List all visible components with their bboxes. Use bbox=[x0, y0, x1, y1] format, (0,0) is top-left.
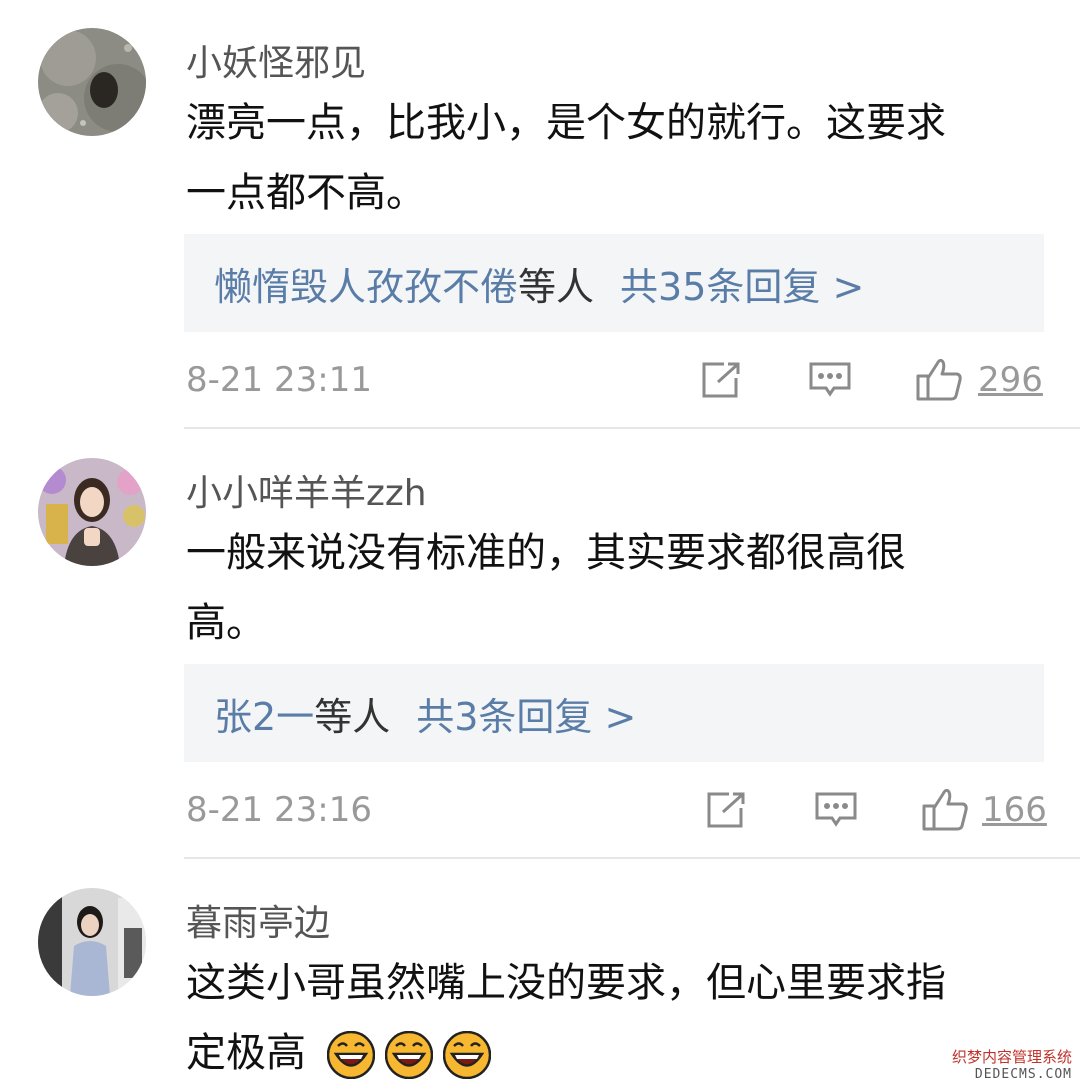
comment-item: 小妖怪邪见 漂亮一点，比我小，是个女的就行。这要求 一点都不高。 懒惰毁人孜孜不… bbox=[0, 0, 1080, 430]
grinning-face-icon bbox=[326, 1031, 375, 1079]
comment-text: 漂亮一点，比我小，是个女的就行。这要求 一点都不高。 bbox=[186, 88, 1026, 228]
comment-text: 这类小哥虽然嘴上没的要求，但心里要求指 定极高 bbox=[186, 948, 1026, 1088]
share-icon[interactable] bbox=[700, 360, 744, 404]
reply-user-names[interactable]: 懒惰毁人孜孜不倦 bbox=[214, 256, 518, 311]
comment-text-line: 一点都不高。 bbox=[186, 170, 426, 216]
comment-icon[interactable] bbox=[808, 360, 852, 404]
grinning-face-icon bbox=[442, 1031, 491, 1079]
watermark-line: DEDECMS.COM bbox=[974, 1067, 1072, 1082]
divider bbox=[184, 857, 1080, 859]
comment-icon[interactable] bbox=[814, 790, 858, 834]
user-avatar[interactable] bbox=[38, 458, 146, 566]
thumbs-up-icon[interactable] bbox=[921, 786, 969, 836]
comment-text: 一般来说没有标准的，其实要求都很高很 高。 bbox=[186, 518, 1026, 658]
reply-suffix: 等人 bbox=[518, 264, 595, 309]
replies-summary[interactable]: 张2一 等人 共3条回复 > bbox=[184, 664, 1044, 762]
user-avatar[interactable] bbox=[38, 888, 146, 996]
comment-username[interactable]: 小小咩羊羊zzh bbox=[186, 464, 427, 516]
comment-text-line: 漂亮一点，比我小，是个女的就行。这要求 bbox=[186, 100, 946, 146]
emoji-row bbox=[326, 1031, 491, 1079]
divider bbox=[184, 427, 1080, 429]
reply-count-link[interactable]: 共3条回复 > bbox=[416, 686, 636, 741]
watermark-line: 织梦内容管理系统 bbox=[951, 1048, 1072, 1066]
reply-count-link[interactable]: 共35条回复 > bbox=[620, 256, 864, 311]
user-avatar[interactable] bbox=[38, 28, 146, 136]
reply-user-names[interactable]: 张2一 bbox=[214, 686, 314, 741]
comment-item: 小小咩羊羊zzh 一般来说没有标准的，其实要求都很高很 高。 张2一 等人 共3… bbox=[0, 430, 1080, 860]
like-count[interactable]: 296 bbox=[978, 360, 1043, 400]
reply-suffix: 等人 bbox=[314, 694, 391, 739]
comment-item: 暮雨亭边 这类小哥虽然嘴上没的要求，但心里要求指 定极高 bbox=[0, 860, 1080, 1088]
watermark: 织梦内容管理系统 DEDECMS.COM bbox=[952, 1046, 1072, 1082]
comment-timestamp: 8-21 23:16 bbox=[186, 790, 372, 830]
comment-username[interactable]: 小妖怪邪见 bbox=[186, 34, 366, 86]
thumbs-up-icon[interactable] bbox=[915, 356, 963, 406]
comment-text-line: 一般来说没有标准的，其实要求都很高很 bbox=[186, 530, 906, 576]
comment-text-line-2: 定极高 bbox=[186, 1018, 1026, 1088]
comment-username[interactable]: 暮雨亭边 bbox=[186, 894, 330, 946]
comment-text-line: 高。 bbox=[186, 600, 266, 646]
share-icon[interactable] bbox=[705, 790, 749, 834]
replies-summary[interactable]: 懒惰毁人孜孜不倦 等人 共35条回复 > bbox=[184, 234, 1044, 332]
grinning-face-icon bbox=[384, 1031, 433, 1079]
like-count[interactable]: 166 bbox=[982, 790, 1047, 830]
comment-text-fragment: 定极高 bbox=[186, 1030, 306, 1076]
comment-timestamp: 8-21 23:11 bbox=[186, 360, 372, 400]
comment-text-line: 这类小哥虽然嘴上没的要求，但心里要求指 bbox=[186, 960, 946, 1006]
